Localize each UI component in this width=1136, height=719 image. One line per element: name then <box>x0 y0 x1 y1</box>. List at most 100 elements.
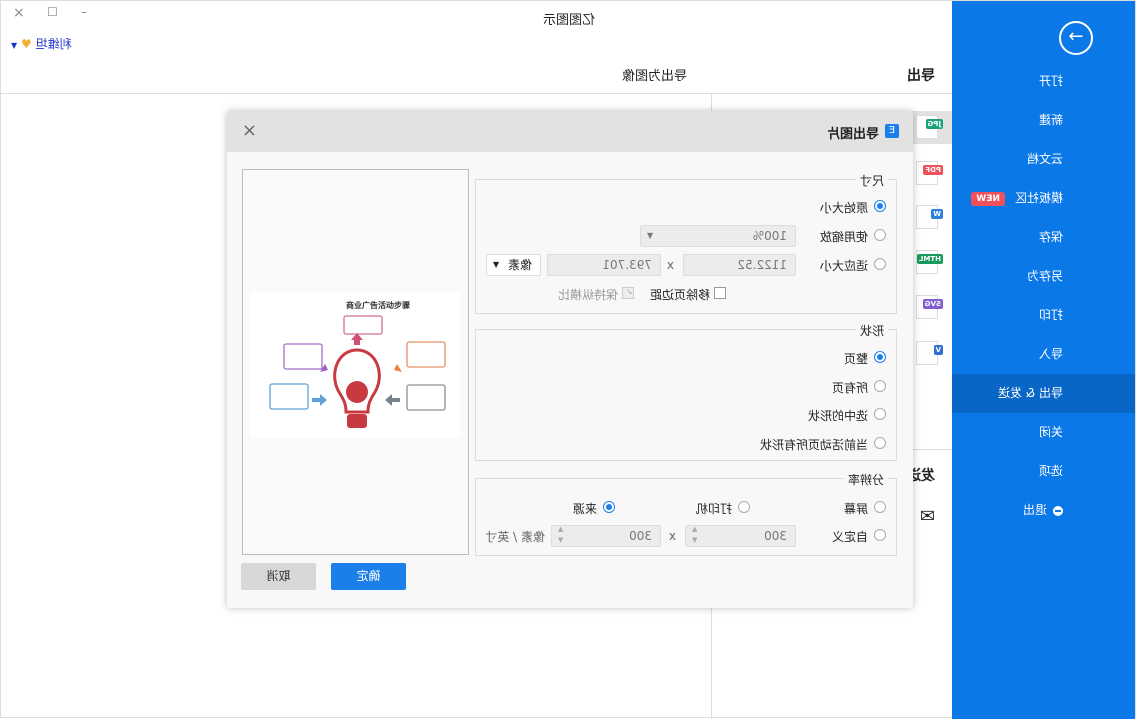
sidebar-item-label: 另存为 <box>1026 269 1063 283</box>
new-badge: NEW <box>971 191 1005 206</box>
sidebar-item-label: 导出 & 发送 <box>998 386 1063 400</box>
maximize-button[interactable]: ☐ <box>47 5 58 19</box>
sidebar-item-label: 打开 <box>1038 74 1063 88</box>
shape-option-label: 选中的形状 <box>807 409 868 423</box>
filetype-label: JPG <box>925 119 943 129</box>
dpi-y-stepper[interactable]: 300 ▲ ▼ <box>551 525 661 547</box>
zoom-select[interactable]: 100% ▼ <box>640 225 796 247</box>
sidebar-item-label: 选项 <box>1038 464 1063 478</box>
sidebar-item[interactable]: 保存 <box>952 218 1135 257</box>
step-box <box>343 315 383 335</box>
dialog-header: E 导出图片 × <box>227 111 913 152</box>
printer-label: 打印机 <box>695 502 732 516</box>
keep-ratio-label: 保持纵横比 <box>557 288 618 302</box>
chevron-down-icon: ▼ <box>493 260 500 269</box>
export-image-dialog: E 导出图片 × 尺寸 原始大小 使用缩放 100% ▼ 适应大小 1122.52… <box>227 111 913 608</box>
filetype-v-icon[interactable]: V <box>916 341 943 365</box>
close-window-button[interactable]: × <box>13 5 25 21</box>
cancel-button[interactable]: 取消 <box>241 563 316 590</box>
screen-label: 屏幕 <box>843 502 868 516</box>
stepper-arrows-icon[interactable]: ▲ ▼ <box>692 524 697 546</box>
zoom-value: 100% <box>752 229 787 243</box>
filetype-svg-icon[interactable]: SVG <box>916 295 943 319</box>
filetype-label: SVG <box>922 299 943 309</box>
remove-margin-label: 移除页边距 <box>649 288 710 302</box>
screen-radio[interactable] <box>874 501 886 513</box>
shape-group: 形状 整页 所有页 选中的形状 当前活动页所有形状 <box>475 322 897 461</box>
dpi-x-value: 300 <box>764 529 787 543</box>
window-title: 亿图图示 <box>542 13 595 28</box>
envelope-icon[interactable]: ✉ <box>920 506 935 527</box>
resolution-group: 分辨率 屏幕 打印机 来源 自定义 300 ▲ ▼ x 300 ▲ ▼ 像素 / 英寸 <box>475 471 897 556</box>
dialog-title: 导出图片 <box>826 127 879 142</box>
sidebar-item-label: 导入 <box>1038 347 1063 361</box>
step-box <box>269 383 309 410</box>
printer-radio[interactable] <box>738 501 750 513</box>
filetype-label: W <box>931 209 943 219</box>
minimize-button[interactable]: – <box>81 5 87 19</box>
original-size-radio[interactable] <box>874 200 886 212</box>
back-arrow-icon[interactable]: → <box>1059 21 1093 55</box>
dialog-close-button[interactable]: × <box>242 120 257 141</box>
preview-title: 商业广告活动步骤 <box>346 300 410 310</box>
ok-button[interactable]: 确定 <box>331 563 406 590</box>
size-legend: 尺寸 <box>855 172 888 189</box>
chevron-down-icon: ▼ <box>11 41 18 50</box>
sidebar-item[interactable]: 模板社区 NEW <box>952 179 1135 218</box>
fit-size-label: 适应大小 <box>819 259 868 273</box>
sidebar-item-label: 关闭 <box>1038 425 1063 439</box>
fit-size-radio[interactable] <box>874 258 886 270</box>
remove-margin-checkbox[interactable] <box>714 287 726 299</box>
vip-crown-icon: ♥ <box>20 37 32 51</box>
chevron-down-icon: ▼ <box>647 231 654 240</box>
width-input[interactable]: 1122.52 <box>683 254 796 276</box>
source-radio[interactable] <box>603 501 615 513</box>
shape-option-radio[interactable] <box>874 351 886 363</box>
source-label: 来源 <box>572 502 597 516</box>
use-zoom-label: 使用缩放 <box>819 230 868 244</box>
unit-select[interactable]: 像素 ▼ <box>486 254 541 276</box>
sidebar-item-label: 模板社区 <box>1014 191 1063 205</box>
sidebar-item[interactable]: 导入 <box>952 335 1135 374</box>
dpi-unit-label: 像素 / 英寸 <box>485 530 545 544</box>
times-label: x <box>666 258 674 272</box>
exit-icon <box>1053 505 1063 516</box>
shape-option-radio[interactable] <box>874 379 886 392</box>
sidebar-item[interactable]: 导出 & 发送 <box>952 374 1135 413</box>
dpi-x-stepper[interactable]: 300 ▲ ▼ <box>685 525 796 547</box>
sidebar-item[interactable]: 新建 <box>952 101 1135 140</box>
step-box <box>406 341 446 368</box>
sidebar-item[interactable]: 打开 <box>952 62 1135 101</box>
app-logo-icon: E <box>885 124 899 138</box>
times-label: x <box>668 529 676 543</box>
sidebar-item-label: 保存 <box>1038 230 1063 244</box>
divider <box>0 93 952 94</box>
stepper-arrows-icon[interactable]: ▲ ▼ <box>558 524 563 546</box>
shape-option-label: 当前活动页所有形状 <box>759 437 868 452</box>
sidebar-item[interactable]: 打印 <box>952 296 1135 335</box>
shape-legend: 形状 <box>855 322 888 339</box>
size-group: 尺寸 原始大小 使用缩放 100% ▼ 适应大小 1122.52 x 793.70… <box>475 172 897 314</box>
sidebar-item[interactable]: 云文档 <box>952 140 1135 179</box>
shape-option-radio[interactable] <box>874 408 886 420</box>
height-input[interactable]: 793.701 <box>547 254 661 276</box>
sidebar-item[interactable]: 退出 <box>952 491 1135 530</box>
sidebar-item[interactable]: 另存为 <box>952 257 1135 296</box>
filetype-jpg-icon[interactable]: JPG <box>916 115 943 139</box>
keep-ratio-checkbox[interactable]: ✓ <box>622 287 634 299</box>
filetype-html-icon[interactable]: HTML <box>916 250 943 274</box>
sidebar-item[interactable]: 关闭 <box>952 413 1135 452</box>
filetype-w-icon[interactable]: W <box>916 205 943 229</box>
sidebar-item-label: 新建 <box>1038 113 1063 127</box>
step-box <box>283 343 323 370</box>
filetype-label: HTML <box>916 254 943 264</box>
shape-option-radio[interactable] <box>874 436 886 449</box>
filetype-pdf-icon[interactable]: PDF <box>916 161 943 185</box>
sidebar-item[interactable]: 选项 <box>952 452 1135 491</box>
use-zoom-radio[interactable] <box>874 229 886 241</box>
user-menu[interactable]: 利维坦 ♥ ▼ <box>11 35 72 52</box>
sidebar: → 打开新建云文档模板社区 NEW 保存另存为打印导入导出 & 发送关闭选项退出 <box>952 1 1135 719</box>
unit-value: 像素 <box>507 258 532 272</box>
sidebar-item-label: 打印 <box>1038 308 1063 322</box>
custom-radio[interactable] <box>874 529 886 541</box>
